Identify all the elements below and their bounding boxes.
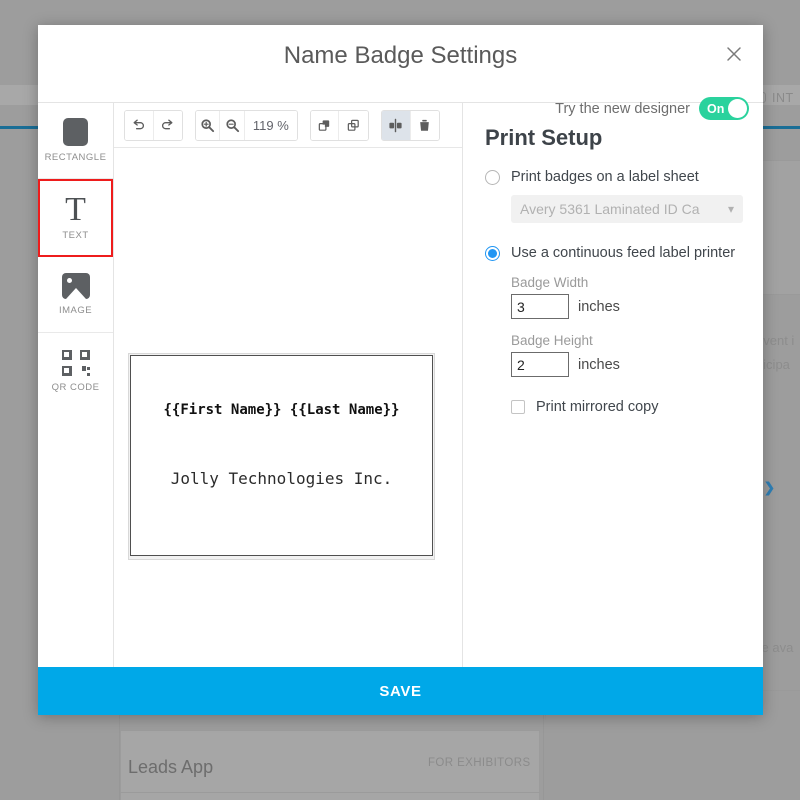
badge-height-unit: inches <box>578 357 620 373</box>
image-icon <box>62 273 90 299</box>
canvas-toolbar: 119 % <box>114 103 462 148</box>
tool-qr-code-label: QR CODE <box>52 382 100 393</box>
dialog-title: Name Badge Settings <box>38 42 763 70</box>
tool-text[interactable]: T TEXT <box>38 179 113 257</box>
new-designer-toggle[interactable]: On <box>699 97 749 120</box>
tool-image-label: IMAGE <box>59 305 92 316</box>
tool-qr-code[interactable]: QR CODE <box>38 333 113 409</box>
print-mirrored-copy-row[interactable]: Print mirrored copy <box>511 399 743 415</box>
background-divider-top <box>120 715 540 716</box>
zoom-button-group: 119 % <box>195 110 298 141</box>
badge-width-label: Badge Width <box>511 275 743 290</box>
badge-height-input[interactable] <box>511 352 569 377</box>
badge-text-name[interactable]: {{First Name}} {{Last Name}} <box>131 402 432 418</box>
background-card-tag: FOR EXHIBITORS <box>428 757 531 769</box>
zoom-in-icon[interactable] <box>196 111 220 140</box>
trash-icon[interactable] <box>411 111 439 140</box>
badge-canvas[interactable]: {{First Name}} {{Last Name}} Jolly Techn… <box>114 148 462 667</box>
background-card-title: Leads App <box>128 757 213 778</box>
radio-option-label-sheet[interactable]: Print badges on a label sheet <box>485 169 743 185</box>
close-icon[interactable] <box>721 41 747 67</box>
tool-rectangle-label: RECTANGLE <box>45 152 107 163</box>
rectangle-icon <box>63 118 88 146</box>
toggle-state-label: On <box>707 102 724 116</box>
try-new-designer-label: Try the new designer <box>555 101 690 117</box>
send-to-back-icon[interactable] <box>339 111 367 140</box>
qr-code-icon <box>62 350 90 376</box>
zoom-out-icon[interactable] <box>220 111 244 140</box>
badge-preview[interactable]: {{First Name}} {{Last Name}} Jolly Techn… <box>130 355 433 556</box>
radio-continuous-feed-text: Use a continuous feed label printer <box>511 245 735 261</box>
tool-rectangle[interactable]: RECTANGLE <box>38 103 113 179</box>
arrange-button-group <box>310 110 369 141</box>
radio-label-sheet[interactable] <box>485 170 500 185</box>
label-sheet-select[interactable]: Avery 5361 Laminated ID Ca ▾ <box>511 195 743 223</box>
badge-width-input[interactable] <box>511 294 569 319</box>
tool-image[interactable]: IMAGE <box>38 257 113 333</box>
badge-width-unit: inches <box>578 299 620 315</box>
background-divider-bottom <box>120 792 540 793</box>
canvas-column: 119 % <box>114 103 463 667</box>
tool-rail: RECTANGLE T TEXT IMAGE <box>38 103 114 667</box>
text-icon: T <box>65 196 86 224</box>
dialog-header: Name Badge Settings Try the new designer… <box>38 25 763 102</box>
radio-continuous-feed[interactable] <box>485 246 500 261</box>
badge-text-company[interactable]: Jolly Technologies Inc. <box>131 469 432 488</box>
chevron-down-icon: ▾ <box>728 202 734 216</box>
name-badge-settings-dialog: Name Badge Settings Try the new designer… <box>38 25 763 715</box>
print-setup-title: Print Setup <box>485 125 743 151</box>
label-sheet-select-value: Avery 5361 Laminated ID Ca <box>520 201 728 217</box>
radio-option-continuous-feed[interactable]: Use a continuous feed label printer <box>485 245 743 261</box>
dialog-body: RECTANGLE T TEXT IMAGE <box>38 102 763 667</box>
bring-to-front-icon[interactable] <box>311 111 340 140</box>
print-setup-panel: Print Setup Print badges on a label shee… <box>463 103 763 667</box>
save-button[interactable]: SAVE <box>38 667 763 715</box>
badge-height-label: Badge Height <box>511 333 743 348</box>
object-action-group <box>381 110 440 141</box>
tool-text-label: TEXT <box>62 230 88 241</box>
redo-icon[interactable] <box>154 111 182 140</box>
background-nav-label: INT <box>772 91 794 105</box>
zoom-level-value[interactable]: 119 % <box>245 111 297 140</box>
badge-width-group: Badge Width inches <box>511 275 743 319</box>
print-mirrored-copy-checkbox[interactable] <box>511 400 525 414</box>
print-mirrored-copy-label: Print mirrored copy <box>536 399 658 415</box>
try-new-designer-control[interactable]: Try the new designer On <box>555 97 749 120</box>
radio-label-sheet-text: Print badges on a label sheet <box>511 169 699 185</box>
badge-height-group: Badge Height inches <box>511 333 743 377</box>
align-center-horizontal-icon[interactable] <box>382 111 411 140</box>
undo-icon[interactable] <box>125 111 154 140</box>
history-button-group <box>124 110 183 141</box>
toggle-knob <box>728 99 747 118</box>
